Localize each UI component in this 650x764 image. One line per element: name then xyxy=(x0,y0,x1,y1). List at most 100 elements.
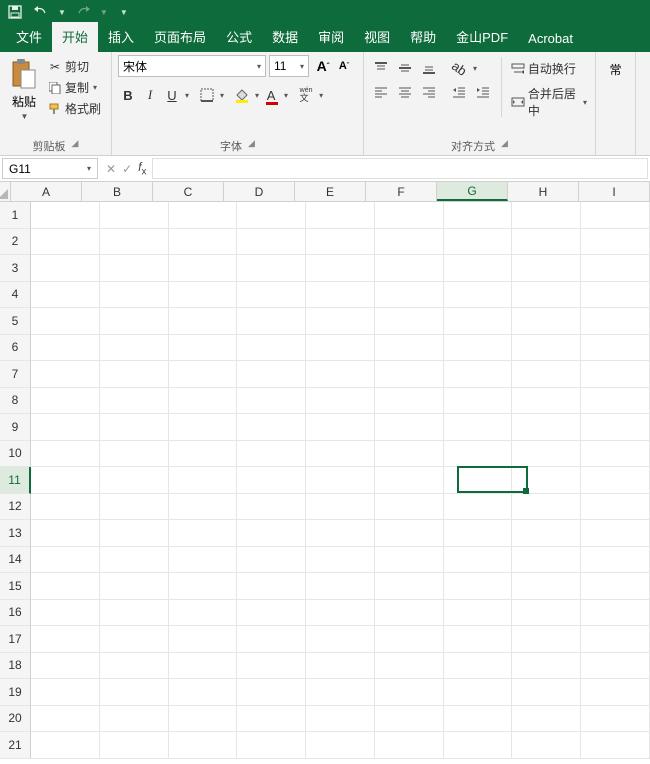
cell[interactable] xyxy=(444,467,513,494)
row-header[interactable]: 1 xyxy=(0,202,31,229)
row-header[interactable]: 16 xyxy=(0,600,31,627)
tab-layout[interactable]: 页面布局 xyxy=(144,22,216,52)
row-header[interactable]: 4 xyxy=(0,282,31,309)
cell[interactable] xyxy=(581,626,650,653)
dialog-launcher-icon[interactable]: ◢ xyxy=(248,138,255,154)
cell[interactable] xyxy=(444,653,513,680)
cell[interactable] xyxy=(237,229,306,256)
cell[interactable] xyxy=(512,202,581,229)
cell[interactable] xyxy=(31,547,100,574)
cell[interactable] xyxy=(31,732,100,759)
cell[interactable] xyxy=(306,388,375,415)
cell[interactable] xyxy=(581,388,650,415)
cell[interactable] xyxy=(169,732,238,759)
chevron-down-icon[interactable]: ▾ xyxy=(473,64,477,73)
tab-data[interactable]: 数据 xyxy=(262,22,308,52)
cell[interactable] xyxy=(444,706,513,733)
cell[interactable] xyxy=(31,255,100,282)
select-all-corner[interactable] xyxy=(0,182,11,201)
cell[interactable] xyxy=(31,441,100,468)
cell[interactable] xyxy=(169,335,238,362)
column-header[interactable]: I xyxy=(579,182,650,201)
row-header[interactable]: 2 xyxy=(0,229,31,256)
cell[interactable] xyxy=(444,308,513,335)
cell[interactable] xyxy=(581,547,650,574)
cancel-icon[interactable]: ✕ xyxy=(106,162,116,176)
paste-button[interactable]: 粘贴 ▼ xyxy=(6,55,42,123)
font-size-select[interactable]: 11 ▾ xyxy=(269,55,309,77)
decrease-indent-button[interactable] xyxy=(448,81,470,103)
row-header[interactable]: 11 xyxy=(0,467,31,494)
cell[interactable] xyxy=(31,308,100,335)
cell[interactable] xyxy=(444,679,513,706)
borders-button[interactable] xyxy=(197,84,217,106)
cell[interactable] xyxy=(306,706,375,733)
cell[interactable] xyxy=(375,414,444,441)
redo-dropdown-icon[interactable]: ▼ xyxy=(100,8,108,17)
cell[interactable] xyxy=(581,414,650,441)
cell[interactable] xyxy=(581,335,650,362)
cell[interactable] xyxy=(31,361,100,388)
cell[interactable] xyxy=(512,255,581,282)
cell[interactable] xyxy=(237,706,306,733)
cell[interactable] xyxy=(100,414,169,441)
cell[interactable] xyxy=(237,388,306,415)
cell[interactable] xyxy=(306,282,375,309)
cell[interactable] xyxy=(512,520,581,547)
cell[interactable] xyxy=(444,494,513,521)
row-header[interactable]: 3 xyxy=(0,255,31,282)
cell[interactable] xyxy=(169,441,238,468)
cell[interactable] xyxy=(306,547,375,574)
tab-formulas[interactable]: 公式 xyxy=(216,22,262,52)
cell[interactable] xyxy=(31,600,100,627)
cell[interactable] xyxy=(375,494,444,521)
cell[interactable] xyxy=(237,547,306,574)
cell[interactable] xyxy=(375,308,444,335)
cell[interactable] xyxy=(512,229,581,256)
name-box[interactable]: G11 ▾ xyxy=(2,158,98,179)
row-header[interactable]: 17 xyxy=(0,626,31,653)
cell[interactable] xyxy=(237,335,306,362)
cell[interactable] xyxy=(444,441,513,468)
cell[interactable] xyxy=(237,626,306,653)
decrease-font-button[interactable]: Aˇ xyxy=(334,55,354,77)
cell[interactable] xyxy=(31,520,100,547)
undo-dropdown-icon[interactable]: ▼ xyxy=(58,8,66,17)
column-header[interactable]: B xyxy=(82,182,153,201)
cell[interactable] xyxy=(444,335,513,362)
tab-help[interactable]: 帮助 xyxy=(400,22,446,52)
column-header[interactable]: E xyxy=(295,182,366,201)
cell[interactable] xyxy=(512,547,581,574)
tab-file[interactable]: 文件 xyxy=(6,22,52,52)
cell[interactable] xyxy=(31,335,100,362)
font-name-select[interactable]: 宋体 ▾ xyxy=(118,55,266,77)
column-header[interactable]: G xyxy=(437,182,508,201)
cell[interactable] xyxy=(169,547,238,574)
cell[interactable] xyxy=(444,547,513,574)
cell[interactable] xyxy=(100,335,169,362)
cell[interactable] xyxy=(100,229,169,256)
cell[interactable] xyxy=(169,282,238,309)
align-bottom-button[interactable] xyxy=(418,57,440,79)
cell[interactable] xyxy=(375,282,444,309)
cell[interactable] xyxy=(375,520,444,547)
merge-center-button[interactable]: 合并后居中 ▾ xyxy=(509,84,589,120)
cell[interactable] xyxy=(306,361,375,388)
cell[interactable] xyxy=(512,335,581,362)
cell[interactable] xyxy=(512,414,581,441)
cell[interactable] xyxy=(512,573,581,600)
cell[interactable] xyxy=(100,467,169,494)
cell[interactable] xyxy=(31,494,100,521)
cell[interactable] xyxy=(444,361,513,388)
cell[interactable] xyxy=(581,600,650,627)
cell[interactable] xyxy=(31,202,100,229)
save-icon[interactable] xyxy=(6,3,24,21)
column-header[interactable]: D xyxy=(224,182,295,201)
cell[interactable] xyxy=(31,653,100,680)
tab-jinshan[interactable]: 金山PDF xyxy=(446,22,518,52)
cell[interactable] xyxy=(512,626,581,653)
format-painter-button[interactable]: 格式刷 xyxy=(46,99,103,118)
align-top-button[interactable] xyxy=(370,57,392,79)
cell[interactable] xyxy=(512,282,581,309)
undo-icon[interactable] xyxy=(32,3,50,21)
